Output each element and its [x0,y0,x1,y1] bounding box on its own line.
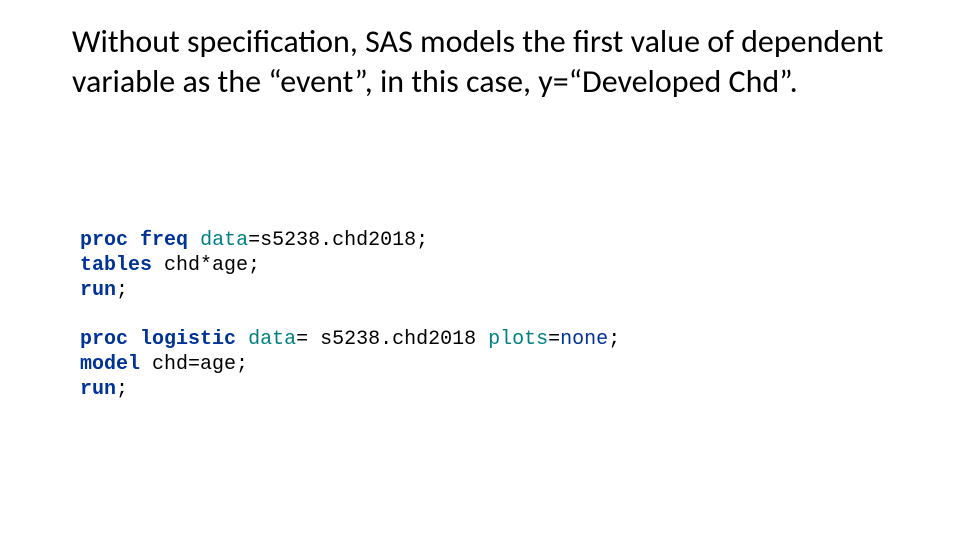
code-line-2: tables chd*age; [80,254,260,277]
semicolon: ; [116,279,128,302]
kw-proc: proc [80,328,128,351]
kw-freq: freq [140,229,188,252]
eq: = [248,229,260,252]
kw-model: model [80,353,140,376]
kw-tables: tables [80,254,152,277]
semicolon: ; [416,229,428,252]
model-expr: chd=age [152,353,236,376]
opt-data: data [248,328,296,351]
code-gap [80,303,900,327]
code-line-3: run; [80,279,128,302]
code-line-1: proc freq data=s5238.chd2018; [80,229,428,252]
kw-logistic: logistic [140,328,236,351]
semicolon: ; [608,328,620,351]
dataset-name: s5238.chd2018 [308,328,476,351]
code-line-5: model chd=age; [80,353,248,376]
kw-proc: proc [80,229,128,252]
tables-expr: chd*age [164,254,248,277]
opt-plots: plots [488,328,548,351]
opt-data: data [200,229,248,252]
semicolon: ; [116,378,128,401]
val-none: none [560,328,608,351]
eq: = [548,328,560,351]
semicolon: ; [248,254,260,277]
kw-run: run [80,378,116,401]
semicolon: ; [236,353,248,376]
code-line-4: proc logistic data= s5238.chd2018 plots=… [80,328,620,351]
kw-run: run [80,279,116,302]
slide-heading: Without specification, SAS models the fi… [72,22,892,102]
sas-code-block: proc freq data=s5238.chd2018; tables chd… [80,228,900,402]
code-line-6: run; [80,378,128,401]
slide: Without specification, SAS models the fi… [0,0,960,540]
dataset-name: s5238.chd2018 [260,229,416,252]
eq: = [296,328,308,351]
